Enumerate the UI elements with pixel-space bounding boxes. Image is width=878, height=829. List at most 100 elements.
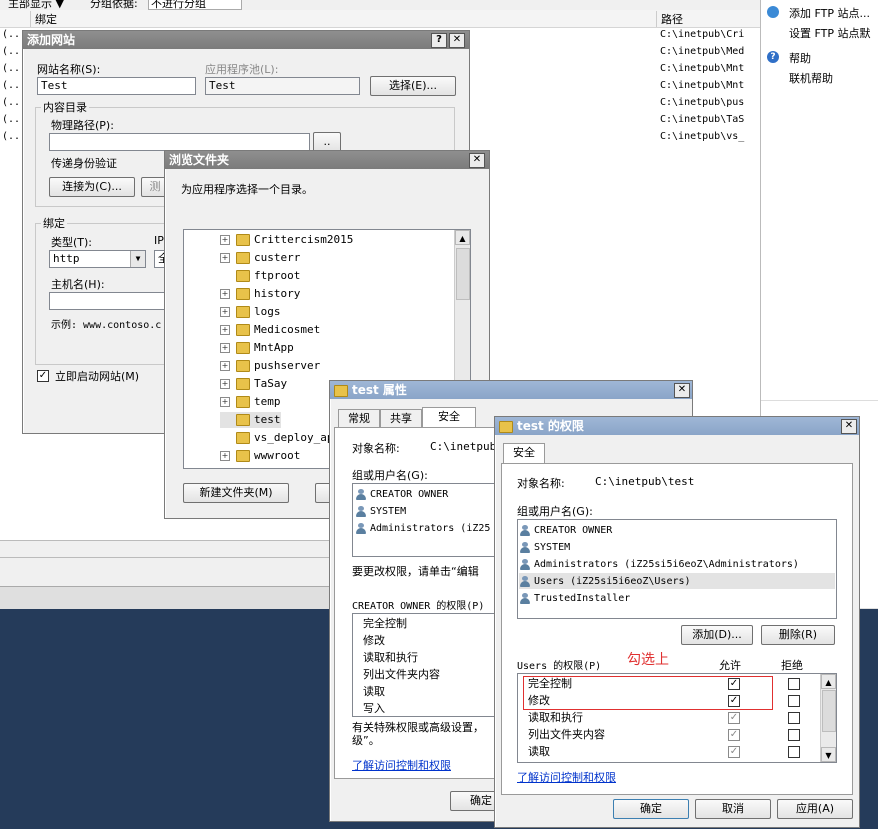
user-list-item[interactable]: TrustedInstaller	[519, 590, 835, 606]
expand-icon[interactable]: +	[220, 361, 230, 371]
deny-checkbox[interactable]	[788, 746, 800, 758]
remove-user-button[interactable]: 删除(R)	[761, 625, 835, 645]
folder-tree-item[interactable]: +test	[220, 412, 281, 428]
help-button[interactable]: ?	[431, 33, 447, 48]
close-button[interactable]: ✕	[674, 383, 690, 398]
folder-tree-item[interactable]: + custerr	[220, 250, 300, 266]
cancel-button[interactable]: 取消	[695, 799, 771, 819]
physical-path-input[interactable]	[49, 133, 310, 151]
user-list-item[interactable]: Users (iZ25si5i6eoZ\Users)	[519, 573, 835, 589]
learn-access-control-link[interactable]: 了解访问控制和权限	[517, 769, 616, 785]
folder-name: history	[254, 287, 301, 300]
folder-tree-item[interactable]: + Medicosmet	[220, 322, 320, 338]
column-binding[interactable]: 绑定	[30, 11, 57, 27]
group-by-select[interactable]: 不进行分组	[148, 0, 242, 10]
user-group-icon	[519, 592, 531, 604]
user-list-item[interactable]: Administrators (iZ25	[355, 520, 490, 536]
folder-tree-item[interactable]: + wwwroot	[220, 448, 300, 464]
host-name-input[interactable]	[49, 292, 172, 310]
expand-icon[interactable]: +	[220, 325, 230, 335]
scroll-thumb[interactable]	[456, 248, 470, 300]
ftp-defaults-link[interactable]: 设置 FTP 站点默	[789, 25, 870, 41]
chevron-down-icon[interactable]: ▼	[130, 251, 145, 267]
expand-icon[interactable]: +	[220, 253, 230, 263]
online-help-link[interactable]: 联机帮助	[789, 70, 833, 86]
site-row-path[interactable]: C:\inetpub\Mnt	[660, 80, 744, 91]
tab-security[interactable]: 安全	[503, 443, 545, 464]
user-list-item[interactable]: SYSTEM	[355, 503, 406, 519]
site-row-path[interactable]: C:\inetpub\TaS	[660, 114, 744, 125]
permission-item: 写入	[363, 702, 385, 715]
special-perm-hint-2: 级”。	[352, 734, 380, 747]
perm-list-scrollbar[interactable]: ▲ ▼	[820, 674, 836, 762]
expand-icon[interactable]: +	[220, 397, 230, 407]
ok-button[interactable]: 确定	[613, 799, 689, 819]
host-name-label: 主机名(H):	[51, 278, 105, 291]
expand-icon[interactable]: +	[220, 307, 230, 317]
user-group-icon	[355, 505, 367, 517]
close-button[interactable]: ✕	[449, 33, 465, 48]
type-select[interactable]: http ▼	[49, 250, 146, 268]
folder-tree-item[interactable]: + MntApp	[220, 340, 294, 356]
site-row-path[interactable]: C:\inetpub\pus	[660, 97, 744, 108]
allow-checkbox[interactable]: ✓	[728, 729, 740, 741]
site-row-path[interactable]: C:\inetpub\vs_	[660, 131, 744, 142]
deny-checkbox[interactable]	[788, 678, 800, 690]
add-user-button[interactable]: 添加(D)...	[681, 625, 753, 645]
deny-checkbox[interactable]	[788, 712, 800, 724]
user-list-item[interactable]: Administrators (iZ25si5i6eoZ\Administrat…	[519, 556, 835, 572]
tab-general[interactable]: 常规	[338, 409, 380, 428]
scroll-down-icon[interactable]: ▼	[821, 747, 836, 762]
deny-checkbox[interactable]	[788, 729, 800, 741]
tab-sharing[interactable]: 共享	[380, 409, 422, 428]
scroll-up-icon[interactable]: ▲	[821, 674, 836, 689]
folder-tree-item[interactable]: +ftproot	[220, 268, 300, 284]
allow-checkbox[interactable]: ✓	[728, 712, 740, 724]
permissions-dialog: test 的权限 ✕ 安全 对象名称: C:\inetpub\test 组或用户…	[494, 416, 860, 828]
add-ftp-site-link[interactable]: 添加 FTP 站点...	[789, 5, 870, 21]
site-row-path[interactable]: C:\inetpub\Cri	[660, 29, 744, 40]
user-list-item[interactable]: SYSTEM	[519, 539, 835, 555]
select-app-pool-button[interactable]: 选择(E)...	[370, 76, 456, 96]
expand-icon[interactable]: +	[220, 343, 230, 353]
deny-column-label: 拒绝	[781, 659, 803, 672]
expand-icon[interactable]: +	[220, 451, 230, 461]
folder-tree-item[interactable]: + history	[220, 286, 300, 302]
allow-checkbox[interactable]: ✓	[728, 746, 740, 758]
site-row-path[interactable]: C:\inetpub\Med	[660, 46, 744, 57]
permission-item: 列出文件夹内容	[363, 668, 440, 681]
group-user-label: 组或用户名(G):	[517, 505, 593, 518]
start-site-checkbox[interactable]: ✓	[37, 370, 49, 382]
user-list-item[interactable]: CREATOR OWNER	[355, 486, 448, 502]
site-name-input[interactable]: Test	[37, 77, 196, 95]
connect-as-button[interactable]: 连接为(C)...	[49, 177, 135, 197]
expand-icon[interactable]: +	[220, 289, 230, 299]
scroll-up-icon[interactable]: ▲	[455, 230, 470, 245]
site-row-path[interactable]: C:\inetpub\Mnt	[660, 63, 744, 74]
column-path[interactable]: 路径	[656, 11, 683, 27]
expand-icon[interactable]: +	[220, 235, 230, 245]
close-button[interactable]: ✕	[841, 419, 857, 434]
allow-column-label: 允许	[719, 659, 741, 672]
folder-tree-item[interactable]: + pushserver	[220, 358, 320, 374]
new-folder-button[interactable]: 新建文件夹(M)	[183, 483, 289, 503]
tab-security[interactable]: 安全	[422, 407, 476, 428]
folder-tree-item[interactable]: +vs_deploy_app	[220, 430, 340, 446]
perm-user-list[interactable]: CREATOR OWNER SYSTEM Administrators (iZ25s…	[517, 519, 837, 619]
expand-icon[interactable]: +	[220, 379, 230, 389]
folder-tree-item[interactable]: + TaSay	[220, 376, 287, 392]
browse-path-button[interactable]: ..	[313, 132, 341, 152]
folder-tree-item[interactable]: + logs	[220, 304, 281, 320]
learn-access-control-link[interactable]: 了解访问控制和权限	[352, 757, 451, 773]
apply-button[interactable]: 应用(A)	[777, 799, 853, 819]
folder-tree-item[interactable]: + Crittercism2015	[220, 232, 353, 248]
user-name: Users (iZ25si5i6eoZ\Users)	[534, 576, 691, 587]
folder-tree-item[interactable]: + temp	[220, 394, 281, 410]
scroll-thumb[interactable]	[822, 690, 836, 732]
deny-checkbox[interactable]	[788, 695, 800, 707]
user-group-icon	[519, 558, 531, 570]
close-button[interactable]: ✕	[469, 153, 485, 168]
user-list-item[interactable]: CREATOR OWNER	[519, 522, 835, 538]
help-link[interactable]: 帮助	[789, 50, 811, 66]
globe-icon	[767, 6, 779, 18]
